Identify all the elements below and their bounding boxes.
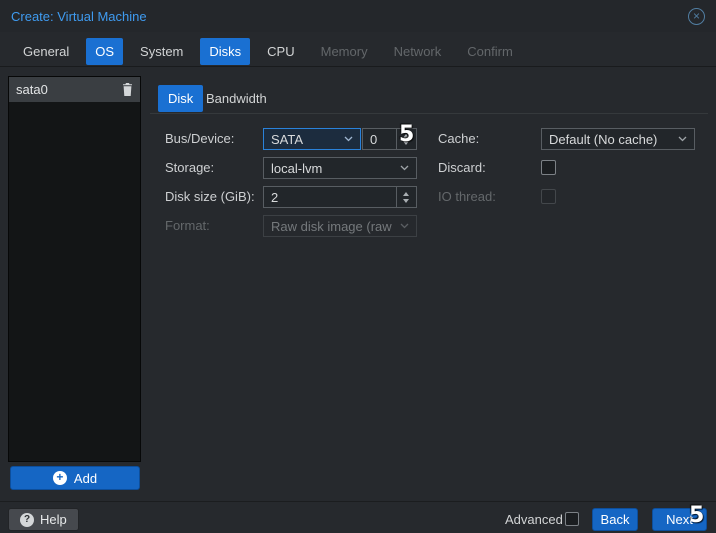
device-number-value: 0 (370, 131, 378, 147)
chevron-down-icon (678, 136, 687, 142)
bus-device-label: Bus/Device: (165, 131, 235, 146)
disk-size-input[interactable]: 2 (263, 186, 417, 208)
subtab-bandwidth[interactable]: Bandwidth (206, 91, 267, 106)
trash-icon[interactable] (122, 83, 133, 96)
storage-label: Storage: (165, 160, 215, 175)
cache-select[interactable]: Default (No cache) (541, 128, 695, 150)
help-label: Help (40, 512, 67, 527)
tab-confirm: Confirm (467, 43, 513, 59)
tab-system[interactable]: System (131, 38, 192, 65)
tab-general[interactable]: General (14, 38, 78, 65)
spinner-up-icon[interactable] (403, 191, 409, 196)
disk-list-item-sata0[interactable]: sata0 (9, 77, 140, 102)
back-button[interactable]: Back (592, 508, 638, 531)
close-icon[interactable]: × (688, 7, 705, 25)
subtab-separator (150, 113, 708, 114)
disk-item-label: sata0 (16, 82, 48, 97)
format-select-disabled: Raw disk image (raw (263, 215, 417, 237)
spinner-down-icon[interactable] (403, 198, 409, 203)
io-thread-checkbox-disabled (541, 189, 556, 204)
io-thread-label: IO thread: (438, 189, 496, 204)
storage-value: local-lvm (271, 160, 323, 176)
tab-disks[interactable]: Disks (200, 37, 251, 65)
subtab-disk[interactable]: Disk (158, 85, 204, 112)
tab-os[interactable]: OS (86, 37, 124, 65)
advanced-checkbox[interactable] (565, 512, 579, 526)
advanced-label: Advanced (505, 512, 563, 527)
question-circle-icon: ? (20, 512, 34, 527)
wizard-tabbar: General OS System Disks CPU Memory Netwo… (0, 36, 716, 67)
annotation-marker-5-next: 5 (689, 503, 705, 528)
bus-type-select[interactable]: SATA (263, 128, 361, 150)
add-disk-label: Add (73, 470, 98, 486)
bus-type-value: SATA (271, 131, 304, 147)
discard-label: Discard: (438, 160, 486, 175)
format-value: Raw disk image (raw (271, 218, 392, 234)
dialog-titlebar: Create: Virtual Machine × (0, 0, 716, 32)
annotation-marker-5-device: 5 (399, 122, 415, 147)
format-label: Format: (165, 218, 210, 233)
tab-memory: Memory (320, 43, 368, 59)
tab-cpu[interactable]: CPU (258, 38, 303, 65)
plus-circle-icon: + (52, 471, 67, 485)
add-disk-button[interactable]: + Add (10, 466, 140, 490)
spinner-arrows[interactable] (396, 187, 409, 207)
disk-size-label: Disk size (GiB): (165, 189, 255, 204)
chevron-down-icon (344, 136, 353, 142)
cache-label: Cache: (438, 131, 480, 146)
cache-value: Default (No cache) (549, 131, 658, 147)
chevron-down-icon (400, 165, 409, 171)
tab-network: Network (393, 43, 442, 59)
storage-select[interactable]: local-lvm (263, 157, 417, 179)
disk-size-value: 2 (271, 189, 279, 205)
create-vm-dialog: Create: Virtual Machine × General OS Sys… (0, 0, 716, 533)
chevron-down-icon (400, 223, 409, 229)
help-button[interactable]: ? Help (8, 508, 79, 531)
discard-checkbox[interactable] (541, 160, 556, 175)
footer-separator (0, 501, 716, 502)
disk-list-panel: sata0 (8, 76, 141, 462)
dialog-title: Create: Virtual Machine (11, 8, 147, 24)
